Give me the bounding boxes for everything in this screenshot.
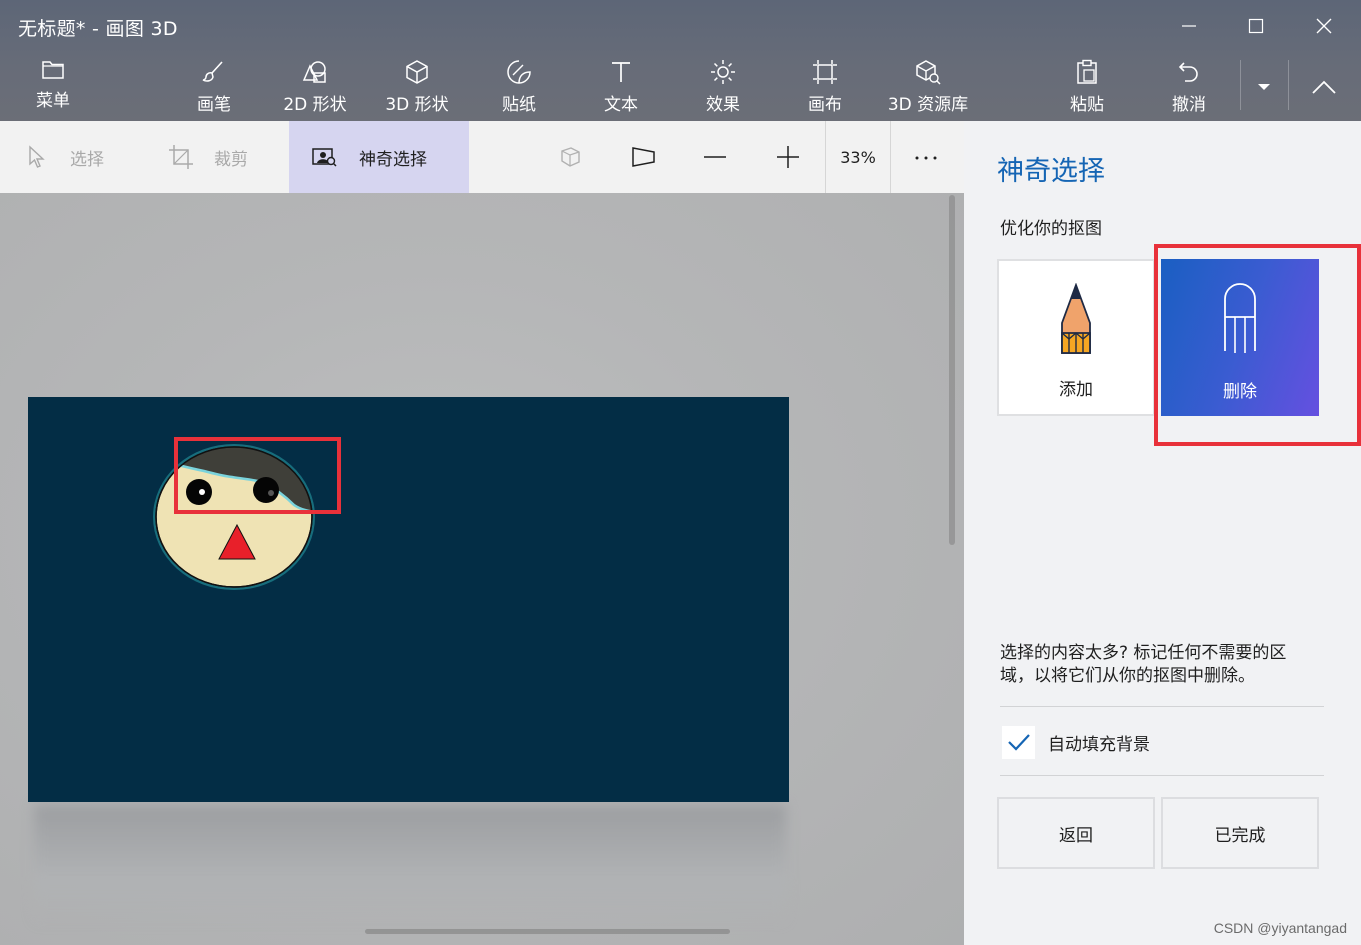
tool-effects[interactable]: 效果 [678, 58, 768, 116]
tool-2d-shapes[interactable]: 2D 形状 [270, 58, 360, 116]
toolbar-divider [1240, 60, 1241, 110]
drawing[interactable] [28, 397, 789, 802]
more-history-button[interactable] [1246, 58, 1282, 116]
caret-down-icon [1258, 84, 1270, 90]
autofill-checkbox[interactable] [1002, 725, 1035, 759]
pencil-icon [1061, 283, 1091, 354]
drawing-canvas[interactable] [28, 397, 789, 802]
crop-icon [168, 144, 194, 170]
highlight-box [174, 437, 341, 514]
more-options-button[interactable] [913, 121, 943, 193]
tool-effects-label: 效果 [706, 95, 740, 115]
text-icon [612, 62, 630, 82]
crop-button[interactable]: 裁剪 [168, 121, 268, 193]
zoom-out-button[interactable] [702, 121, 732, 193]
back-button[interactable]: 返回 [997, 797, 1155, 869]
highlight-box-remove [1154, 244, 1361, 446]
tool-canvas-label: 画布 [808, 95, 842, 115]
brush-icon [202, 61, 223, 82]
app-header: 无标题* - 画图 3D 菜单 画笔 2D 形状 3D 形状 贴纸 文本 效果 … [0, 0, 1361, 121]
zoom-level[interactable]: 33% [825, 121, 891, 193]
minus-icon [702, 144, 728, 170]
checkmark-icon [1007, 734, 1030, 751]
3d-library-icon [916, 60, 941, 85]
effects-icon [711, 60, 735, 84]
select-button[interactable]: 选择 [24, 121, 124, 193]
magic-select-label: 神奇选择 [359, 149, 427, 170]
pointer-icon [24, 144, 50, 170]
maximize-icon [1248, 18, 1264, 34]
maximize-button[interactable] [1233, 6, 1279, 46]
panel-subtitle: 优化你的抠图 [1000, 219, 1102, 239]
divider [1000, 706, 1324, 707]
tool-3d-shapes-label: 3D 形状 [385, 95, 449, 115]
canvas-icon [813, 60, 837, 84]
window-title: 无标题* - 画图 3D [18, 18, 178, 40]
cube-icon [406, 60, 428, 84]
tool-stickers[interactable]: 贴纸 [474, 58, 564, 116]
paste-label: 粘贴 [1070, 95, 1104, 115]
view-3d-button[interactable] [557, 121, 587, 193]
magic-select-button[interactable]: 神奇选择 [289, 121, 469, 193]
close-icon [1316, 18, 1332, 34]
undo-label: 撤消 [1172, 95, 1206, 115]
tool-brush-label: 画笔 [197, 95, 231, 115]
ellipsis-icon [913, 144, 939, 170]
autofill-background-toggle[interactable]: 自动填充背景 [1002, 725, 1150, 759]
menu-button[interactable]: 菜单 [14, 56, 92, 114]
undo-button[interactable]: 撤消 [1144, 58, 1234, 116]
minimize-button[interactable] [1166, 6, 1212, 46]
tool-3d-library-label: 3D 资源库 [887, 95, 969, 115]
tool-3d-library[interactable]: 3D 资源库 [882, 58, 974, 116]
tool-2d-shapes-label: 2D 形状 [283, 95, 347, 115]
crop-label: 裁剪 [214, 149, 248, 170]
sticker-icon [507, 60, 531, 84]
add-button[interactable]: 添加 [997, 259, 1155, 416]
panel-title: 神奇选择 [997, 156, 1105, 187]
chevron-up-icon [1312, 80, 1336, 94]
tool-brush[interactable]: 画笔 [169, 58, 259, 116]
close-button[interactable] [1301, 6, 1347, 46]
tool-text[interactable]: 文本 [576, 58, 666, 116]
plus-icon [775, 144, 801, 170]
divider [1000, 775, 1324, 776]
zoom-in-button[interactable] [775, 121, 805, 193]
horizontal-scrollbar[interactable] [365, 929, 730, 934]
undo-icon [1178, 62, 1198, 82]
add-label: 添加 [1059, 380, 1093, 400]
magic-select-toolbar: 选择 裁剪 神奇选择 [0, 121, 964, 193]
autofill-label: 自动填充背景 [1048, 734, 1150, 755]
collapse-toolbar-button[interactable] [1300, 58, 1348, 116]
paste-button[interactable]: 粘贴 [1042, 58, 1132, 116]
magic-select-panel: 神奇选择 优化你的抠图 添加 删除 选择的内容太多? 标记任何不需要的区域，以将… [964, 121, 1361, 945]
tool-stickers-label: 贴纸 [502, 95, 536, 115]
workspace[interactable] [0, 193, 964, 945]
watermark: CSDN @yiyantangad [1213, 920, 1347, 936]
menu-label: 菜单 [36, 91, 70, 111]
help-text: 选择的内容太多? 标记任何不需要的区域，以将它们从你的抠图中删除。 [1000, 643, 1287, 686]
magic-select-icon [311, 144, 337, 170]
3d-view-icon [557, 144, 583, 170]
tool-canvas[interactable]: 画布 [780, 58, 870, 116]
shapes-2d-icon [302, 61, 326, 83]
minimize-icon [1182, 25, 1196, 27]
tool-text-label: 文本 [604, 95, 638, 115]
select-label: 选择 [70, 149, 104, 170]
folder-icon [42, 61, 64, 79]
vertical-scrollbar[interactable] [949, 195, 955, 545]
paste-icon [1077, 59, 1097, 84]
perspective-button[interactable] [630, 121, 660, 193]
done-button[interactable]: 已完成 [1161, 797, 1319, 869]
perspective-icon [630, 144, 656, 170]
toolbar-divider [1288, 60, 1289, 110]
tool-3d-shapes[interactable]: 3D 形状 [372, 58, 462, 116]
canvas-shadow [34, 805, 786, 925]
